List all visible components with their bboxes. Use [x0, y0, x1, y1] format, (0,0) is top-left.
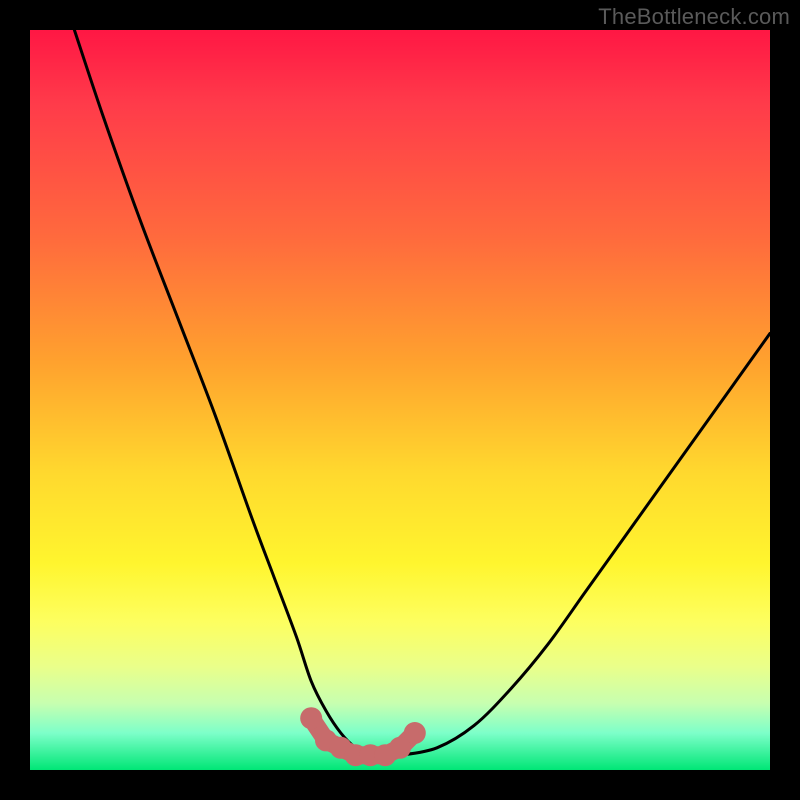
marker-dot: [404, 722, 426, 744]
bottleneck-curve: [74, 30, 770, 756]
chart-frame: TheBottleneck.com: [0, 0, 800, 800]
watermark-text: TheBottleneck.com: [598, 4, 790, 30]
plot-area: [30, 30, 770, 770]
optimal-range-dots: [300, 707, 426, 766]
marker-dot: [300, 707, 322, 729]
chart-svg: [30, 30, 770, 770]
